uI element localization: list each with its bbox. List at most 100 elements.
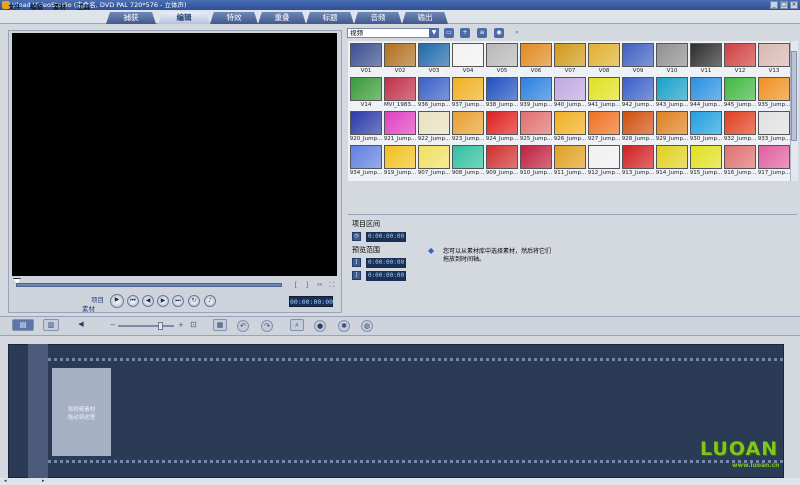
zoom-out-icon[interactable]: − (110, 321, 116, 329)
scroll-left-icon[interactable]: ◂ (4, 478, 7, 484)
mark-in-button[interactable]: [ (291, 281, 301, 289)
folder-icon[interactable]: ▭ (444, 28, 454, 38)
timecode-display[interactable]: 00:00:00:00 (289, 296, 333, 307)
smart-render-icon[interactable]: ⌕ (290, 319, 304, 331)
timeline-view-icon[interactable]: ▥ (43, 319, 59, 331)
play-icon[interactable]: ▶ (110, 294, 124, 308)
mark-out-icon[interactable]: ] (352, 271, 361, 280)
library-thumbnail[interactable] (520, 43, 552, 67)
home-icon[interactable]: ⏮ (127, 295, 139, 307)
library-thumbnail[interactable] (758, 43, 790, 67)
library-thumbnail[interactable] (622, 77, 654, 101)
library-thumbnail[interactable] (452, 43, 484, 67)
library-thumbnail[interactable] (554, 111, 586, 135)
library-thumbnail[interactable] (418, 77, 450, 101)
tab-share[interactable]: 输出 (402, 12, 448, 24)
export-icon[interactable]: ◍ (361, 320, 373, 332)
tab-overlay[interactable]: 重叠 (258, 12, 306, 24)
close-button[interactable]: × (790, 1, 798, 9)
preview-start-field[interactable]: 0:00:00:00 (366, 258, 406, 268)
library-thumbnail[interactable] (384, 43, 416, 67)
library-thumbnail[interactable] (486, 43, 518, 67)
tab-edit[interactable]: 编辑 (158, 12, 210, 24)
maximize-button[interactable]: □ (780, 1, 788, 9)
mode-clip-label[interactable]: 素材 (82, 303, 95, 313)
redo-icon[interactable]: ↷ (261, 320, 273, 332)
library-thumbnail[interactable] (350, 111, 382, 135)
end-icon[interactable]: ⏭ (172, 295, 184, 307)
library-thumbnail[interactable] (350, 145, 382, 169)
library-thumbnail[interactable] (452, 111, 484, 135)
library-thumbnail[interactable] (656, 111, 688, 135)
library-thumbnail[interactable] (486, 111, 518, 135)
sort-icon[interactable]: ≡ (477, 28, 487, 38)
library-thumbnail[interactable] (588, 43, 620, 67)
import-icon[interactable]: + (460, 28, 470, 38)
library-thumbnail[interactable] (452, 77, 484, 101)
library-category-select[interactable]: 视频 (347, 28, 439, 38)
library-thumbnail[interactable] (588, 77, 620, 101)
library-thumbnail[interactable] (656, 77, 688, 101)
zoom-in-icon[interactable]: + (178, 321, 184, 329)
next-frame-icon[interactable]: ▶ (157, 295, 169, 307)
library-thumbnail[interactable] (690, 43, 722, 67)
clip-drop-zone[interactable]: 将视频素材 拖动到这里 (52, 368, 111, 456)
library-thumbnail[interactable] (384, 77, 416, 101)
library-thumbnail[interactable] (622, 43, 654, 67)
cut-clip-icon[interactable]: ✂ (315, 281, 325, 289)
menu-clip[interactable]: 素材 (53, 2, 66, 12)
library-thumbnail[interactable] (588, 111, 620, 135)
audio-view-icon[interactable]: ◀ (74, 319, 88, 331)
preview-end-field[interactable]: 0:00:00:00 (366, 271, 406, 281)
library-thumbnail[interactable] (758, 145, 790, 169)
library-thumbnail[interactable] (622, 145, 654, 169)
library-thumbnail[interactable] (418, 111, 450, 135)
storyboard-view-icon[interactable]: ▤ (12, 319, 34, 331)
library-thumbnail[interactable] (588, 145, 620, 169)
library-thumbnail[interactable] (656, 145, 688, 169)
project-range-field[interactable]: 0:00:00:00 (366, 232, 406, 242)
library-thumbnail[interactable] (622, 111, 654, 135)
library-thumbnail[interactable] (690, 111, 722, 135)
library-thumbnail[interactable] (724, 145, 756, 169)
insert-media-icon[interactable]: ▦ (213, 319, 227, 331)
library-thumbnail[interactable] (690, 145, 722, 169)
library-thumbnail[interactable] (724, 77, 756, 101)
tab-title[interactable]: 标题 (306, 12, 354, 24)
tab-capture[interactable]: 捕获 (106, 12, 156, 24)
undo-icon[interactable]: ↶ (237, 320, 249, 332)
library-thumbnail[interactable] (486, 145, 518, 169)
mix-icon[interactable]: ✱ (338, 320, 350, 332)
mark-in-icon[interactable]: [ (352, 258, 361, 267)
library-thumbnail[interactable] (418, 145, 450, 169)
volume-icon[interactable]: ♪ (204, 295, 216, 307)
menu-edit[interactable]: 编辑 (30, 2, 43, 12)
library-thumbnail[interactable] (350, 77, 382, 101)
library-thumbnail[interactable] (418, 43, 450, 67)
library-thumbnail[interactable] (486, 77, 518, 101)
fit-icon[interactable]: ⊡ (190, 320, 197, 329)
fullscreen-icon[interactable]: ⛶ (327, 281, 337, 289)
library-thumbnail[interactable] (452, 145, 484, 169)
library-thumbnail[interactable] (520, 111, 552, 135)
library-thumbnail[interactable] (384, 111, 416, 135)
prev-frame-icon[interactable]: ◀ (142, 295, 154, 307)
options-icon[interactable]: ◉ (494, 28, 504, 38)
chevron-down-icon[interactable]: ▼ (429, 28, 439, 38)
tab-audio[interactable]: 音频 (354, 12, 402, 24)
library-thumbnail[interactable] (520, 77, 552, 101)
library-thumbnail[interactable] (758, 77, 790, 101)
library-scroll-thumb[interactable] (791, 51, 797, 141)
library-thumbnail[interactable] (724, 111, 756, 135)
scroll-right-icon[interactable]: ▸ (42, 478, 45, 484)
menu-tools[interactable]: 工具 (77, 2, 90, 12)
mark-out-button[interactable]: ] (302, 281, 312, 289)
library-thumbnail[interactable] (520, 145, 552, 169)
repeat-icon[interactable]: ↻ (188, 295, 200, 307)
library-thumbnail[interactable] (690, 77, 722, 101)
library-thumbnail[interactable] (758, 111, 790, 135)
expand-icon[interactable]: » (512, 28, 522, 38)
library-thumbnail[interactable] (656, 43, 688, 67)
minimize-button[interactable]: _ (770, 1, 778, 9)
menu-file[interactable]: 文件 (8, 2, 21, 12)
